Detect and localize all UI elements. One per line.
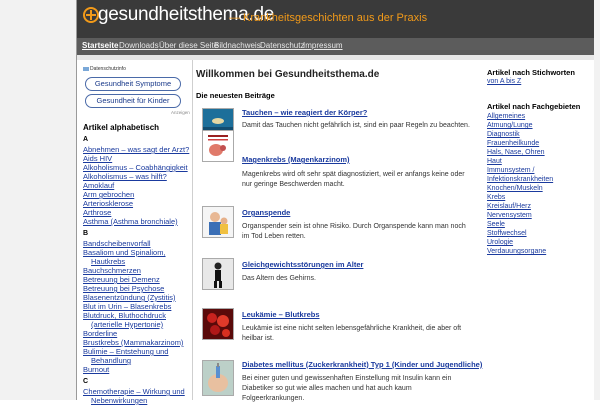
children-health-button[interactable]: Gesundheit für Kinder <box>85 94 181 108</box>
article-link[interactable]: Alkoholismus – was hilft? <box>83 172 167 181</box>
letter-c: C <box>83 378 89 385</box>
organ-donation-thumbnail[interactable] <box>202 206 234 238</box>
topic-link[interactable]: Krebs <box>487 194 505 201</box>
nav-bildnachweis[interactable]: Bildnachweis <box>214 41 261 50</box>
topic-link[interactable]: Nervensystem <box>487 212 532 219</box>
article-link[interactable]: Borderline <box>83 329 117 338</box>
topic-link[interactable]: Knochen/Muskeln <box>487 185 543 192</box>
post-title-link[interactable]: Diabetes mellitus (Zuckerkrankheit) Typ … <box>242 360 482 369</box>
article-link[interactable]: Bulimie – Entstehung und <box>83 347 168 356</box>
topic-link[interactable]: Immunsystem / <box>487 167 534 174</box>
page-margin-right <box>594 0 600 400</box>
nav-underbar <box>77 55 594 60</box>
diabetes-thumbnail[interactable] <box>202 360 234 396</box>
topic-link[interactable]: Hals, Nase, Ohren <box>487 149 545 156</box>
letter-b: B <box>83 230 89 237</box>
topic-link[interactable]: Stoffwechsel <box>487 230 527 237</box>
article-link[interactable]: Chemotherapie – Wirkung und <box>83 387 185 396</box>
topic-link[interactable]: Seele <box>487 221 505 228</box>
article-link[interactable]: Arthrose <box>83 208 111 217</box>
article-link[interactable]: Betreuung bei Demenz <box>83 275 160 284</box>
page-margin-left <box>0 0 76 400</box>
leukemia-thumbnail[interactable] <box>202 308 234 340</box>
topic-link[interactable]: Frauenheilkunde <box>487 140 539 147</box>
post-excerpt: Damit das Tauchen nicht gefährlich ist, … <box>242 122 470 129</box>
privacy-badge-label: Datenschutzinfo <box>90 66 126 72</box>
topic-link[interactable]: Urologie <box>487 239 513 246</box>
keywords-heading: Artikel nach Stichworten <box>487 68 575 77</box>
site-header: gesundheitsthema.de — Krankheitsgeschich… <box>77 0 594 38</box>
article-link[interactable]: Arteriosklerose <box>83 199 133 208</box>
topic-link[interactable]: Kreislauf/Herz <box>487 203 531 210</box>
main-navigation: Startseite Downloads Über diese Seite Bi… <box>77 38 594 55</box>
article-link[interactable]: Blutdruck, Bluthochdruck <box>83 311 166 320</box>
article-link[interactable]: Abnehmen – was sagt der Arzt? <box>83 145 189 154</box>
topic-link[interactable]: Diagnostik <box>487 131 520 138</box>
letter-a: A <box>83 136 89 143</box>
topic-link[interactable]: Verdauungsorgane <box>487 248 546 255</box>
nav-ueber-diese-seite[interactable]: Über diese Seite <box>159 41 218 50</box>
post-excerpt: Magenkrebs wird oft sehr spät diagnostiz… <box>242 171 465 188</box>
topic-link[interactable]: Infektionskrankheiten <box>487 176 553 183</box>
topic-link[interactable]: Haut <box>487 158 502 165</box>
nav-impressum[interactable]: Impressum <box>303 41 343 50</box>
topics-heading: Artikel nach Fachgebieten <box>487 102 581 111</box>
content-border <box>76 0 77 400</box>
nav-datenschutz[interactable]: Datenschutz <box>260 41 304 50</box>
article-link[interactable]: Hautkrebs <box>91 257 125 266</box>
post-excerpt: Das Altern des Gehirns. <box>242 275 316 282</box>
article-link[interactable]: Asthma (Asthma bronchiale) <box>83 217 178 226</box>
post-title-link[interactable]: Tauchen – wie reagiert der Körper? <box>242 108 367 117</box>
article-link[interactable]: Burnout <box>83 365 109 374</box>
post-title-link[interactable]: Gleichgewichtsstörungen im Alter <box>242 260 363 269</box>
article-link[interactable]: Bauchschmerzen <box>83 266 141 275</box>
column-divider <box>192 60 193 400</box>
article-link[interactable]: Alkoholismus – Coabhängigkeit <box>83 163 188 172</box>
article-link[interactable]: Blasenentzündung (Zystitis) <box>83 293 176 302</box>
article-link[interactable]: Arm gebrochen <box>83 190 134 199</box>
latest-posts-heading: Die neuesten Beiträge <box>196 91 275 100</box>
article-link[interactable]: (arterielle Hypertonie) <box>91 320 163 329</box>
article-link[interactable]: Aids HIV <box>83 154 112 163</box>
topic-link[interactable]: Allgemeines <box>487 113 525 120</box>
article-link[interactable]: Amoklauf <box>83 181 114 190</box>
post-title-link[interactable]: Leukämie – Blutkrebs <box>242 310 320 319</box>
nav-startseite[interactable]: Startseite <box>82 41 118 50</box>
article-link[interactable]: Basaliom und Spinaliom, <box>83 248 166 257</box>
medical-cross-icon <box>83 7 99 23</box>
post-title-link[interactable]: Magenkrebs (Magenkarzinom) <box>242 155 350 164</box>
alphabetical-heading: Artikel alphabetisch <box>83 123 160 132</box>
article-link[interactable]: Betreuung bei Psychose <box>83 284 164 293</box>
site-tagline: — Krankheitsgeschichten aus der Praxis <box>229 12 428 24</box>
article-link[interactable]: Behandlung <box>91 356 131 365</box>
article-link[interactable]: Bandscheibenvorfall <box>83 239 151 248</box>
article-link[interactable]: Nebenwirkungen <box>91 396 147 405</box>
balance-disorder-thumbnail[interactable] <box>202 258 234 290</box>
page-title: Willkommen bei Gesundheitsthema.de <box>196 69 380 80</box>
stomach-cancer-thumbnail[interactable] <box>202 130 234 162</box>
info-icon <box>83 66 89 71</box>
post-excerpt: Organspender sein ist ohne Risiko. Durch… <box>242 223 466 240</box>
keywords-a-z-link[interactable]: von A bis Z <box>487 78 521 85</box>
article-link[interactable]: Blut im Urin – Blasenkrebs <box>83 302 171 311</box>
nav-downloads[interactable]: Downloads <box>119 41 159 50</box>
post-title-link[interactable]: Organspende <box>242 208 290 217</box>
privacy-badge[interactable]: Datenschutzinfo <box>83 66 126 72</box>
article-link[interactable]: Brustkrebs (Mammakarzinom) <box>83 338 183 347</box>
topic-link[interactable]: Atmung/Lunge <box>487 122 533 129</box>
symptoms-button[interactable]: Gesundheit Symptome <box>85 77 181 91</box>
post-excerpt: Leukämie ist eine nicht selten lebensgef… <box>242 325 462 342</box>
ads-label: Anzeigen <box>171 110 190 115</box>
